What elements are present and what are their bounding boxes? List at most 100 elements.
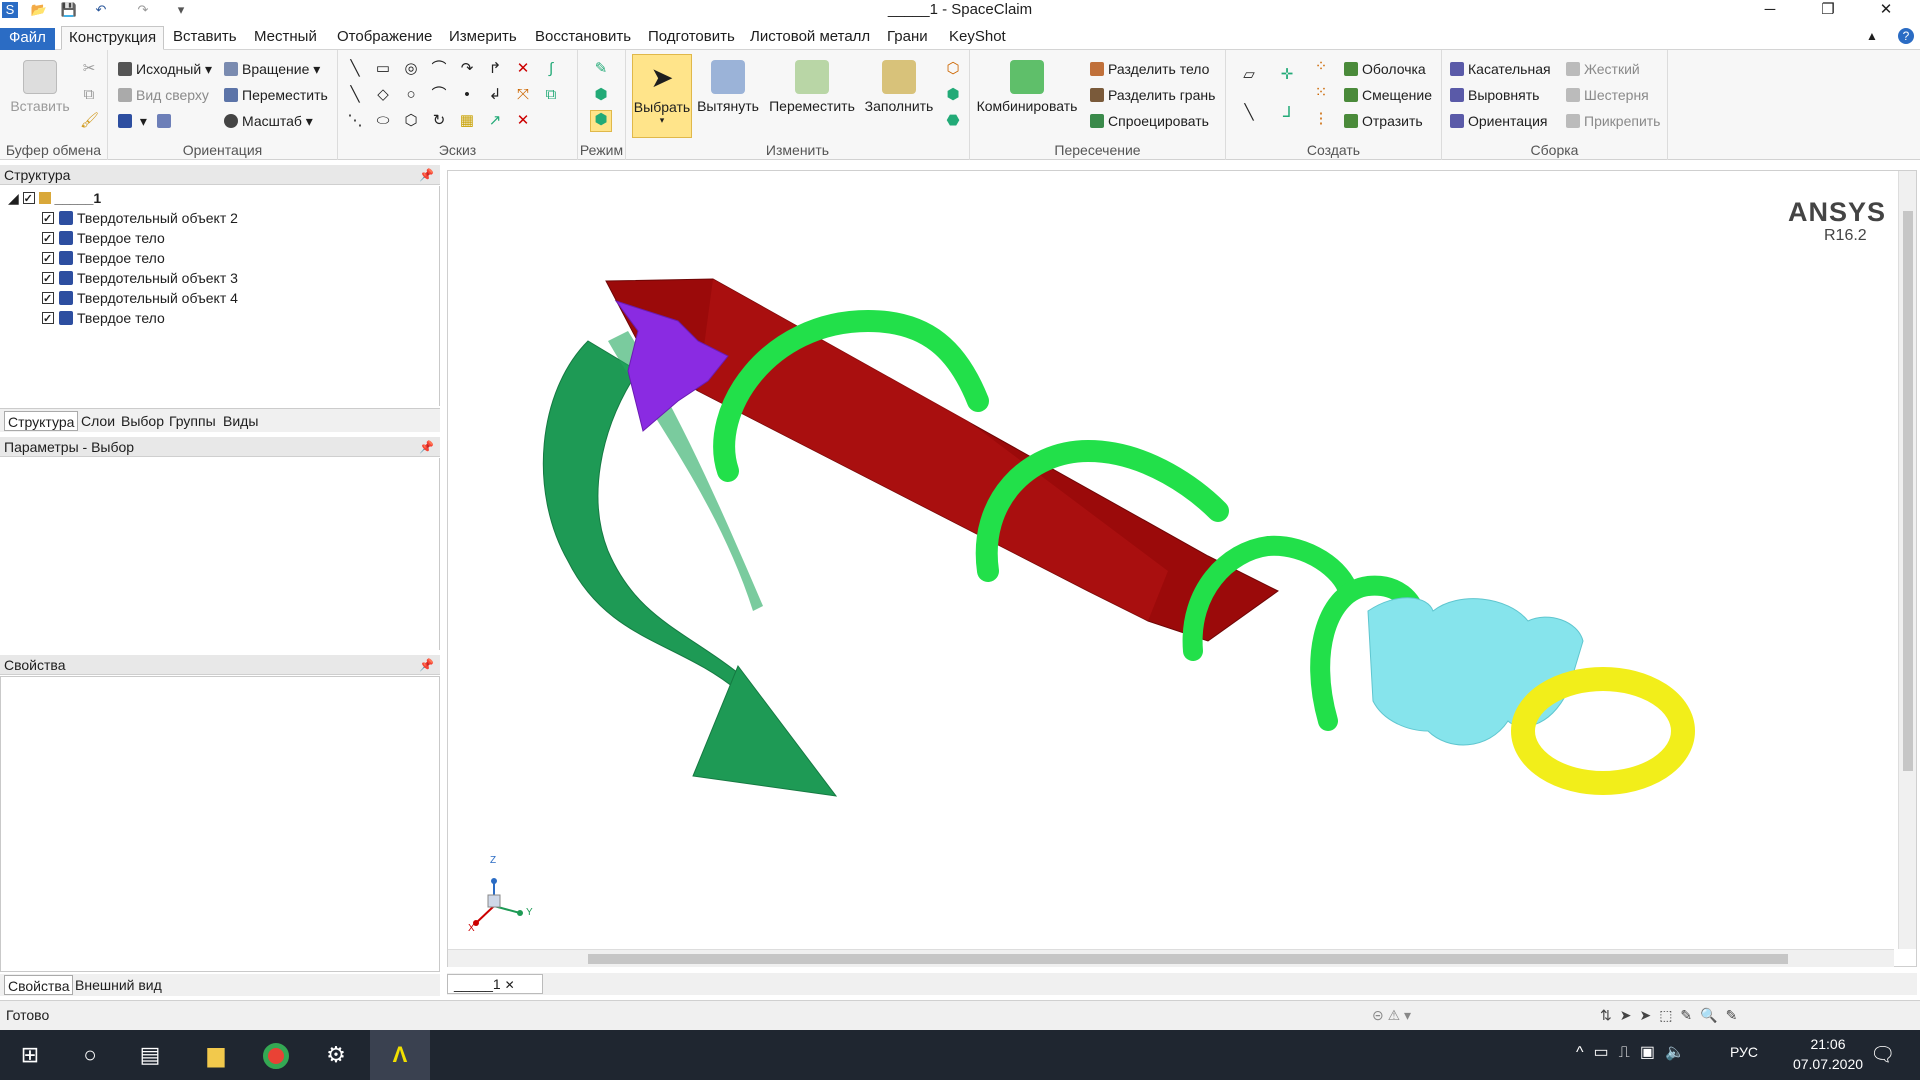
tab-facets[interactable]: Грани bbox=[880, 26, 935, 50]
tab-file[interactable]: Файл bbox=[0, 28, 55, 50]
checkbox[interactable] bbox=[42, 249, 54, 269]
fill-pattern-icon[interactable]: ⋮ bbox=[1312, 110, 1330, 128]
search-icon[interactable]: ○ bbox=[60, 1030, 120, 1080]
tree-root[interactable]: ◢ _____1 bbox=[8, 188, 101, 209]
tree-item[interactable]: Твердое тело bbox=[42, 228, 165, 249]
model-canvas[interactable] bbox=[448, 171, 1888, 951]
minimize-icon[interactable]: ─ bbox=[1744, 0, 1796, 22]
tab-structure[interactable]: Структура bbox=[4, 411, 79, 431]
pull-button[interactable]: Вытянуть bbox=[696, 54, 760, 136]
language-indicator[interactable]: РУС bbox=[1730, 1044, 1758, 1060]
tab-prepare[interactable]: Подготовить bbox=[641, 26, 742, 50]
checkbox[interactable] bbox=[42, 309, 54, 329]
home-view-button[interactable]: Исходный ▾ bbox=[118, 58, 212, 80]
tab-layers[interactable]: Слои bbox=[78, 411, 118, 431]
sweep-arc-icon[interactable]: ⌒ bbox=[430, 86, 448, 104]
three-point-rect-icon[interactable]: ◇ bbox=[374, 86, 392, 104]
spin-button[interactable]: Вращение ▾ bbox=[224, 58, 320, 80]
tab-repair[interactable]: Восстановить bbox=[528, 26, 638, 50]
checkbox[interactable] bbox=[42, 289, 54, 309]
tab-keyshot[interactable]: KeyShot bbox=[942, 26, 1013, 50]
tab-appearance[interactable]: Внешний вид bbox=[72, 975, 165, 995]
combine-button[interactable]: Комбинировать bbox=[974, 54, 1080, 136]
green-arrow-head[interactable] bbox=[692, 664, 838, 797]
tree-item[interactable]: Твердое тело bbox=[42, 248, 165, 269]
corner-arc-icon[interactable]: ↱ bbox=[486, 60, 504, 78]
paste-button[interactable]: Вставить bbox=[4, 54, 76, 136]
extend-icon[interactable]: ⤧ bbox=[514, 86, 532, 104]
pan-button[interactable]: Переместить bbox=[224, 84, 328, 106]
tree-item[interactable]: Твердотельный объект 3 bbox=[42, 268, 238, 289]
polyline-icon[interactable]: ╲ bbox=[346, 86, 364, 104]
project-button[interactable]: Спроецировать bbox=[1090, 110, 1209, 132]
tangent-arc-icon[interactable]: ↷ bbox=[458, 60, 476, 78]
tree-item[interactable]: Твердотельный объект 4 bbox=[42, 288, 238, 309]
clock-date[interactable]: 07.07.2020 bbox=[1790, 1056, 1866, 1072]
checkbox[interactable] bbox=[22, 189, 35, 209]
tab-properties[interactable]: Свойства bbox=[4, 975, 74, 995]
spaceclaim-taskbar-icon[interactable]: Λ bbox=[370, 1030, 430, 1080]
tab-local[interactable]: Местный bbox=[247, 26, 324, 50]
tangent-button[interactable]: Касательная bbox=[1450, 58, 1551, 80]
scrollbar-thumb[interactable] bbox=[1903, 211, 1913, 771]
mirror-button[interactable]: Отразить bbox=[1344, 110, 1423, 132]
line-tool-icon[interactable]: ╲ bbox=[346, 60, 364, 78]
close-icon[interactable]: ✕ bbox=[1860, 0, 1912, 22]
move-button[interactable]: Переместить bbox=[766, 54, 858, 136]
trim-icon[interactable]: ✕ bbox=[514, 60, 532, 78]
three-point-circle-icon[interactable]: ○ bbox=[402, 86, 420, 104]
spline-icon[interactable]: ∫ bbox=[542, 60, 560, 78]
steam-icon[interactable]: ⚙ bbox=[306, 1030, 366, 1080]
linear-pattern-icon[interactable]: ⁘ bbox=[1312, 58, 1330, 76]
replace-icon[interactable]: ⬣ bbox=[944, 112, 962, 130]
horizontal-scrollbar[interactable] bbox=[448, 949, 1894, 967]
task-view-icon[interactable]: ▤ bbox=[120, 1030, 180, 1080]
fillet-icon[interactable]: ↲ bbox=[486, 86, 504, 104]
close-tab-icon[interactable]: ✕ bbox=[505, 978, 515, 992]
document-tab[interactable]: _____1 ✕ bbox=[447, 974, 543, 994]
file-explorer-icon[interactable]: ▆ bbox=[186, 1030, 246, 1080]
restore-icon[interactable]: ❐ bbox=[1802, 0, 1854, 22]
orient-button[interactable]: Ориентация bbox=[1450, 110, 1547, 132]
pin-icon[interactable]: 📌 bbox=[419, 165, 434, 185]
shell-button[interactable]: Оболочка bbox=[1344, 58, 1426, 80]
polygon-icon[interactable]: ⬡ bbox=[402, 112, 420, 130]
tree-item[interactable]: Твердое тело bbox=[42, 308, 165, 329]
tab-groups[interactable]: Группы bbox=[166, 411, 219, 431]
system-tray-icons[interactable]: ^▭⎍▣🔈 bbox=[1576, 1042, 1695, 1062]
tab-sheet-metal[interactable]: Листовой металл bbox=[743, 26, 877, 50]
coordinate-system-icon[interactable]: ⅃ bbox=[1278, 104, 1296, 122]
plane-icon[interactable]: ▱ bbox=[1240, 66, 1258, 84]
gear-button[interactable]: Шестерня bbox=[1566, 84, 1649, 106]
circle-tool-icon[interactable]: ◎ bbox=[402, 60, 420, 78]
anchor-button[interactable]: Прикрепить bbox=[1566, 110, 1660, 132]
pin-icon[interactable]: 📌 bbox=[419, 655, 434, 675]
clock-time[interactable]: 21:06 bbox=[1790, 1036, 1866, 1052]
status-tools[interactable]: ⊝ ⚠ ▾ bbox=[1372, 1007, 1411, 1024]
zoom-button[interactable]: Масштаб ▾ bbox=[224, 110, 313, 132]
tab-measure[interactable]: Измерить bbox=[442, 26, 524, 50]
format-painter-icon[interactable]: 🖌 bbox=[80, 112, 99, 130]
split-body-button[interactable]: Разделить тело bbox=[1090, 58, 1209, 80]
bend-icon[interactable]: ↗ bbox=[486, 112, 504, 130]
checkbox[interactable] bbox=[42, 269, 54, 289]
tab-display[interactable]: Отображение bbox=[330, 26, 439, 50]
offset-button[interactable]: Смещение bbox=[1344, 84, 1432, 106]
sketch-mode-icon[interactable]: ✎ bbox=[592, 60, 610, 78]
copy-icon[interactable]: ⧉ bbox=[80, 86, 98, 104]
view-cube-button[interactable]: ▾ bbox=[118, 110, 175, 132]
3d-mode-icon[interactable]: ⬢ bbox=[590, 110, 612, 132]
origin-icon[interactable]: ✛ bbox=[1278, 66, 1296, 84]
checkbox[interactable] bbox=[42, 209, 54, 229]
select-button[interactable]: ➤ Выбрать ▾ bbox=[632, 54, 692, 138]
tweak-face-icon[interactable]: ⬢ bbox=[944, 86, 962, 104]
tab-insert[interactable]: Вставить bbox=[166, 26, 244, 50]
vertical-scrollbar[interactable] bbox=[1898, 171, 1916, 949]
cyan-body[interactable] bbox=[1367, 597, 1584, 746]
scrollbar-thumb[interactable] bbox=[588, 954, 1788, 964]
blend-icon[interactable]: ⬡ bbox=[944, 60, 962, 78]
help-icon[interactable]: ? bbox=[1898, 28, 1914, 44]
rigid-button[interactable]: Жесткий bbox=[1566, 58, 1640, 80]
yellow-ring[interactable] bbox=[1511, 667, 1695, 795]
pin-icon[interactable]: 📌 bbox=[419, 437, 434, 457]
